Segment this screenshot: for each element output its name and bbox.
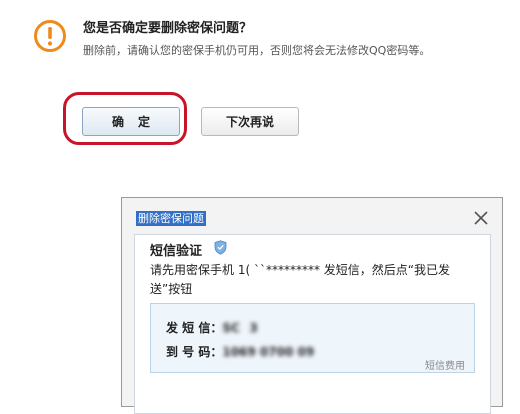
delete-confirm-dialog: 您是否确定要删除密保问题？ 删除前，请确认您的密保手机仍可用，否则您将会无法修改…: [0, 0, 520, 200]
sms-content-value: SC 3: [222, 321, 258, 335]
confirm-question: 您是否确定要删除密保问题？: [83, 21, 253, 36]
target-number-line: 到 号 码：1069 0700 09: [166, 343, 314, 360]
send-label: 发 短 信：: [166, 321, 223, 335]
sms-heading: 短信验证: [150, 244, 203, 259]
number-label: 到 号 码：: [166, 345, 223, 359]
send-sms-line: 发 短 信：SC 3: [166, 319, 258, 336]
sms-instruction: 请先用密保手机 1( ``********* 发短信，然后点“我已发送”按钮: [150, 263, 450, 296]
sms-fee-link[interactable]: 短信费用: [425, 357, 465, 372]
warning-circle-icon: [34, 20, 66, 52]
later-button[interactable]: 下次再说: [201, 107, 299, 136]
target-number-value: 1069 0700 09: [222, 345, 315, 359]
close-x-icon[interactable]: [472, 209, 490, 227]
dialog-title: 删除密保问题: [136, 211, 206, 226]
confirm-ok-button[interactable]: 确定: [82, 107, 180, 136]
shield-icon: [214, 240, 227, 255]
confirm-description: 删除前，请确认您的密保手机仍可用，否则您将会无法修改QQ密码等。: [83, 44, 431, 57]
